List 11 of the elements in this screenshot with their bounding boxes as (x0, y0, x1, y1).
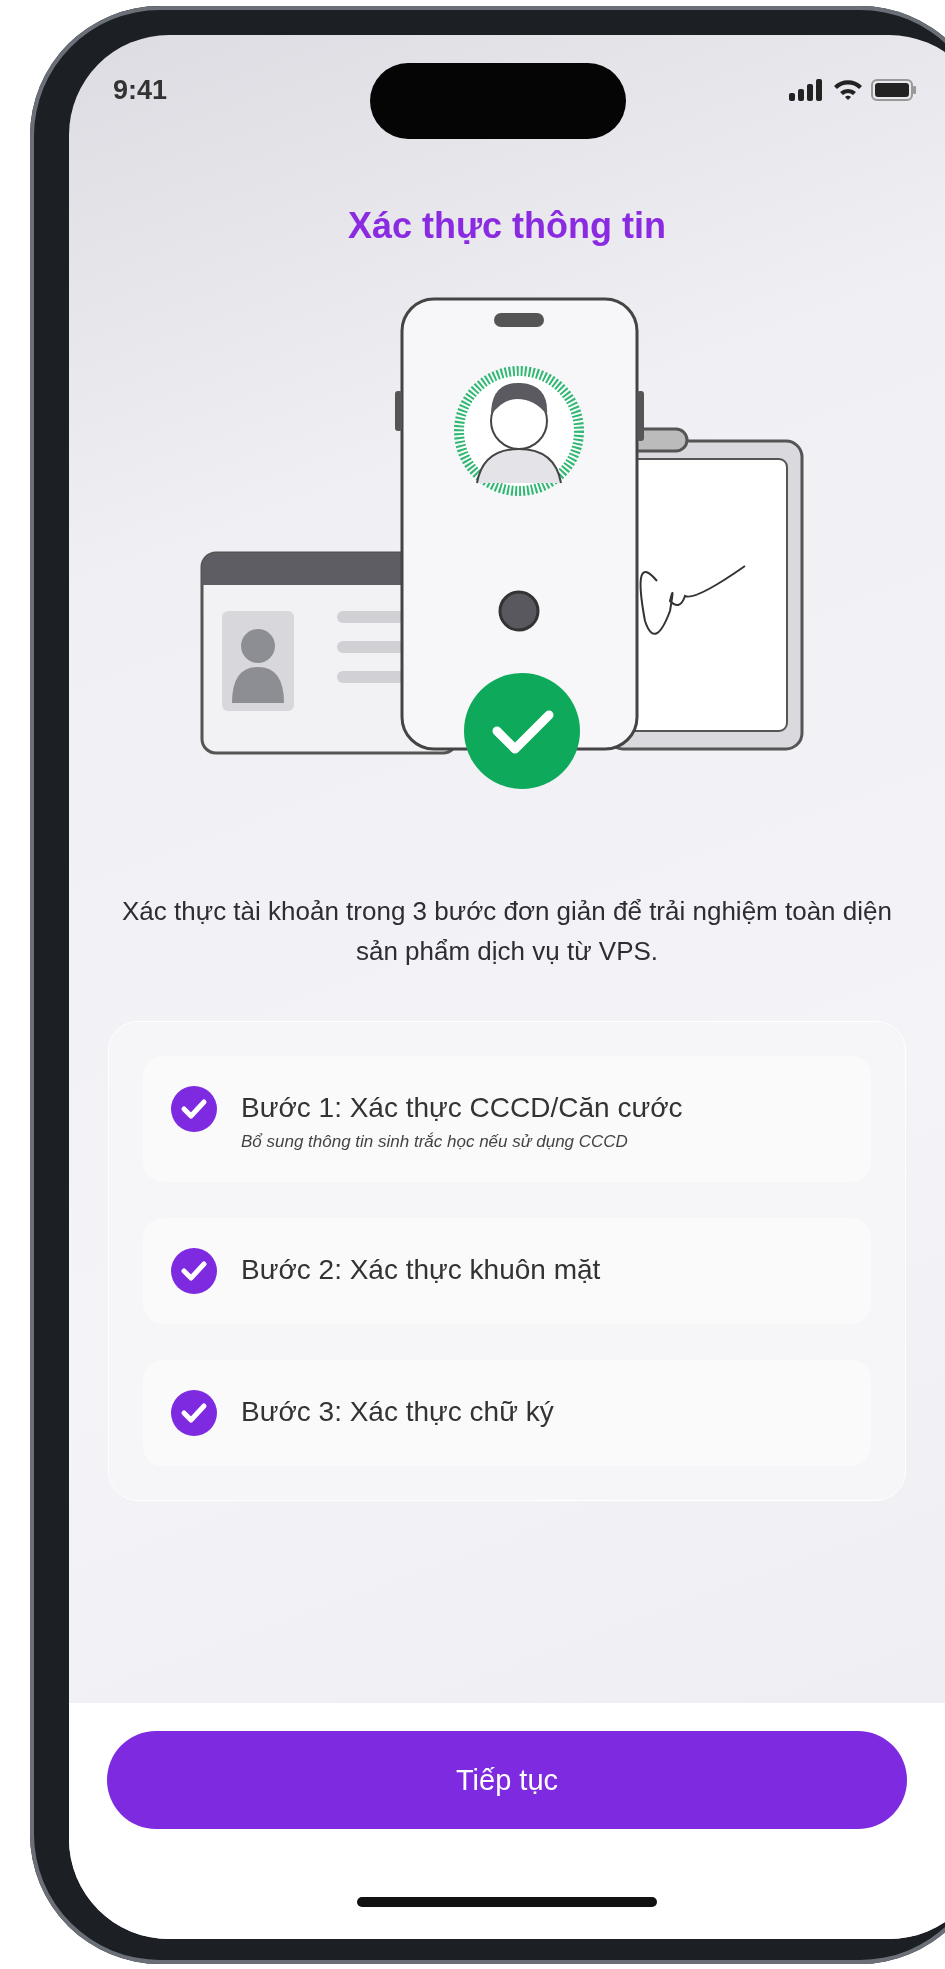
step-title: Bước 1: Xác thực CCCD/Căn cước (241, 1092, 683, 1124)
wifi-icon (833, 79, 863, 101)
step-title: Bước 3: Xác thực chữ ký (241, 1396, 554, 1428)
battery-icon (871, 79, 917, 101)
signal-icon (789, 79, 825, 101)
description-text: Xác thực tài khoản trong 3 bước đơn giản để trải nghiệm toàn diện sản phẩm dịch vụ từ VPS. (121, 895, 893, 968)
step-subtitle: Bổ sung thông tin sinh trắc học nếu sử dụng CCCD (241, 1132, 629, 1152)
status-time: 9:41 (113, 74, 168, 106)
continue-button[interactable]: Tiếp tục (107, 1731, 907, 1829)
step-title: Bước 2: Xác thực khuôn mặt (241, 1254, 601, 1286)
page-title: Xác thực thông tin (346, 205, 668, 247)
